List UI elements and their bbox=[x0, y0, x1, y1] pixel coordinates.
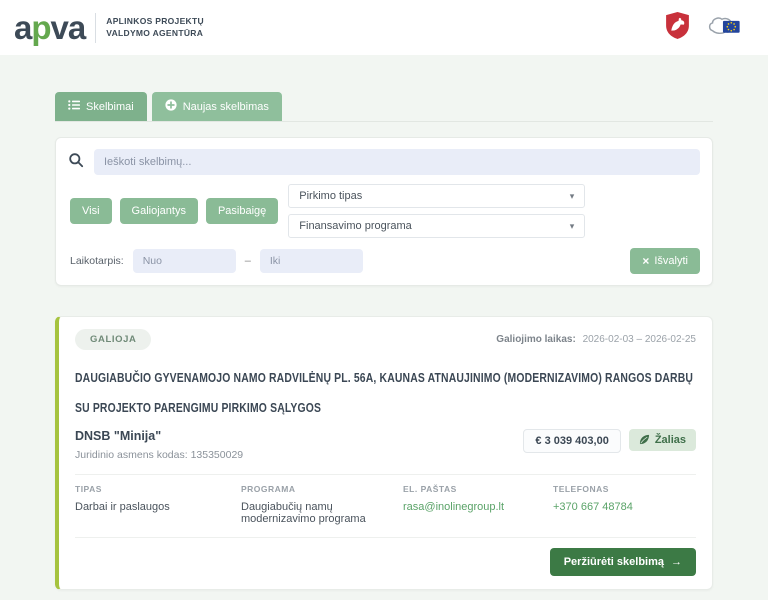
email-link[interactable]: rasa@inolinegroup.lt bbox=[403, 501, 553, 513]
page-content: Skelbimai Naujas skelbimas bbox=[0, 55, 768, 600]
field-label: PROGRAMA bbox=[241, 484, 403, 494]
view-announcement-button[interactable]: Peržiūrėti skelbimą → bbox=[550, 548, 696, 576]
field-label: TELEFONAS bbox=[553, 484, 696, 494]
filter-all-button[interactable]: Visi bbox=[70, 198, 112, 224]
organization-block: DNSB "Minija" Juridinio asmens kodas: 13… bbox=[75, 429, 243, 461]
close-icon: × bbox=[642, 255, 649, 267]
status-badge: GALIOJA bbox=[75, 329, 151, 350]
green-badge-label: Žalias bbox=[655, 434, 686, 446]
phone-link[interactable]: +370 667 48784 bbox=[553, 501, 696, 513]
clear-filters-label: Išvalyti bbox=[654, 255, 688, 267]
organization-code-label: Juridinio asmens kodas: bbox=[75, 449, 188, 461]
filter-expired-button[interactable]: Pasibaigę bbox=[206, 198, 278, 224]
field-programa: PROGRAMA Daugiabučių namų modernizavimo … bbox=[241, 484, 403, 525]
field-el-pastas: EL. PAŠTAS rasa@inolinegroup.lt bbox=[403, 484, 553, 525]
price-badge: € 3 039 403,00 bbox=[523, 429, 620, 453]
chevron-down-icon: ▾ bbox=[570, 191, 575, 202]
organization-code: Juridinio asmens kodas: 135350029 bbox=[75, 449, 243, 461]
validity-label: Galiojimo laikas: bbox=[496, 334, 575, 345]
field-label: TIPAS bbox=[75, 484, 241, 494]
arrow-right-icon: → bbox=[671, 556, 682, 568]
field-telefonas: TELEFONAS +370 667 48784 bbox=[553, 484, 696, 525]
purchase-type-select[interactable]: Pirkimo tipas ▾ bbox=[288, 184, 585, 208]
view-announcement-label: Peržiūrėti skelbimą bbox=[564, 556, 664, 568]
tagline-line1: APLINKOS PROJEKTŲ bbox=[106, 16, 204, 27]
announcement-card: GALIOJA Galiojimo laikas: 2026-02-03 – 2… bbox=[55, 316, 713, 590]
funding-program-select[interactable]: Finansavimo programa ▾ bbox=[288, 214, 585, 238]
app-header: apva APLINKOS PROJEKTŲ VALDYMO AGENTŪRA bbox=[0, 0, 768, 55]
list-icon bbox=[68, 100, 80, 113]
leaf-icon bbox=[639, 434, 650, 445]
tab-naujas-skelbimas-label: Naujas skelbimas bbox=[183, 101, 269, 113]
logo-letter: a bbox=[14, 9, 31, 46]
clear-filters-button[interactable]: × Išvalyti bbox=[630, 248, 700, 274]
tabs-bar: Skelbimai Naujas skelbimas bbox=[55, 92, 713, 122]
organization-name: DNSB "Minija" bbox=[75, 429, 243, 443]
date-range-dash: – bbox=[245, 255, 251, 267]
validity-period: Galiojimo laikas: 2026-02-03 – 2026-02-2… bbox=[496, 334, 696, 345]
search-input[interactable] bbox=[94, 149, 700, 175]
agency-tagline: APLINKOS PROJEKTŲ VALDYMO AGENTŪRA bbox=[106, 16, 204, 38]
apva-logo[interactable]: apva APLINKOS PROJEKTŲ VALDYMO AGENTŪRA bbox=[14, 11, 204, 44]
logo-divider bbox=[95, 13, 96, 43]
filter-active-button[interactable]: Galiojantys bbox=[120, 198, 198, 224]
validity-dates: 2026-02-03 – 2026-02-25 bbox=[583, 334, 696, 345]
announcement-title: DAUGIABUČIO GYVENAMOJO NAMO RADVILĖNŲ PL… bbox=[75, 363, 696, 423]
apva-wordmark: apva bbox=[14, 11, 85, 44]
date-from-input[interactable] bbox=[133, 249, 236, 273]
logo-letter-leaf: p bbox=[31, 9, 50, 46]
tab-naujas-skelbimas[interactable]: Naujas skelbimas bbox=[152, 92, 282, 121]
period-label: Laikotarpis: bbox=[70, 255, 124, 267]
divider bbox=[75, 474, 696, 475]
tab-skelbimai-label: Skelbimai bbox=[86, 101, 134, 113]
tab-skelbimai[interactable]: Skelbimai bbox=[55, 92, 147, 121]
filters-panel: Visi Galiojantys Pasibaigę Pirkimo tipas… bbox=[55, 137, 713, 286]
tagline-line2: VALDYMO AGENTŪRA bbox=[106, 28, 204, 39]
funding-program-label: Finansavimo programa bbox=[299, 220, 412, 232]
lithuania-coat-of-arms-icon bbox=[665, 11, 690, 45]
logo-letter: va bbox=[51, 9, 86, 46]
field-label: EL. PAŠTAS bbox=[403, 484, 553, 494]
eu-funding-icon bbox=[706, 13, 742, 43]
chevron-down-icon: ▾ bbox=[570, 221, 575, 232]
field-value: Darbai ir paslaugos bbox=[75, 501, 241, 513]
field-value: Daugiabučių namų modernizavimo programa bbox=[241, 501, 403, 525]
search-icon[interactable] bbox=[68, 152, 84, 173]
field-tipas: TIPAS Darbai ir paslaugos bbox=[75, 484, 241, 525]
plus-circle-icon bbox=[165, 99, 177, 114]
date-to-input[interactable] bbox=[260, 249, 363, 273]
green-badge[interactable]: Žalias bbox=[629, 429, 696, 451]
purchase-type-label: Pirkimo tipas bbox=[299, 190, 362, 202]
organization-code-value: 135350029 bbox=[191, 449, 244, 461]
